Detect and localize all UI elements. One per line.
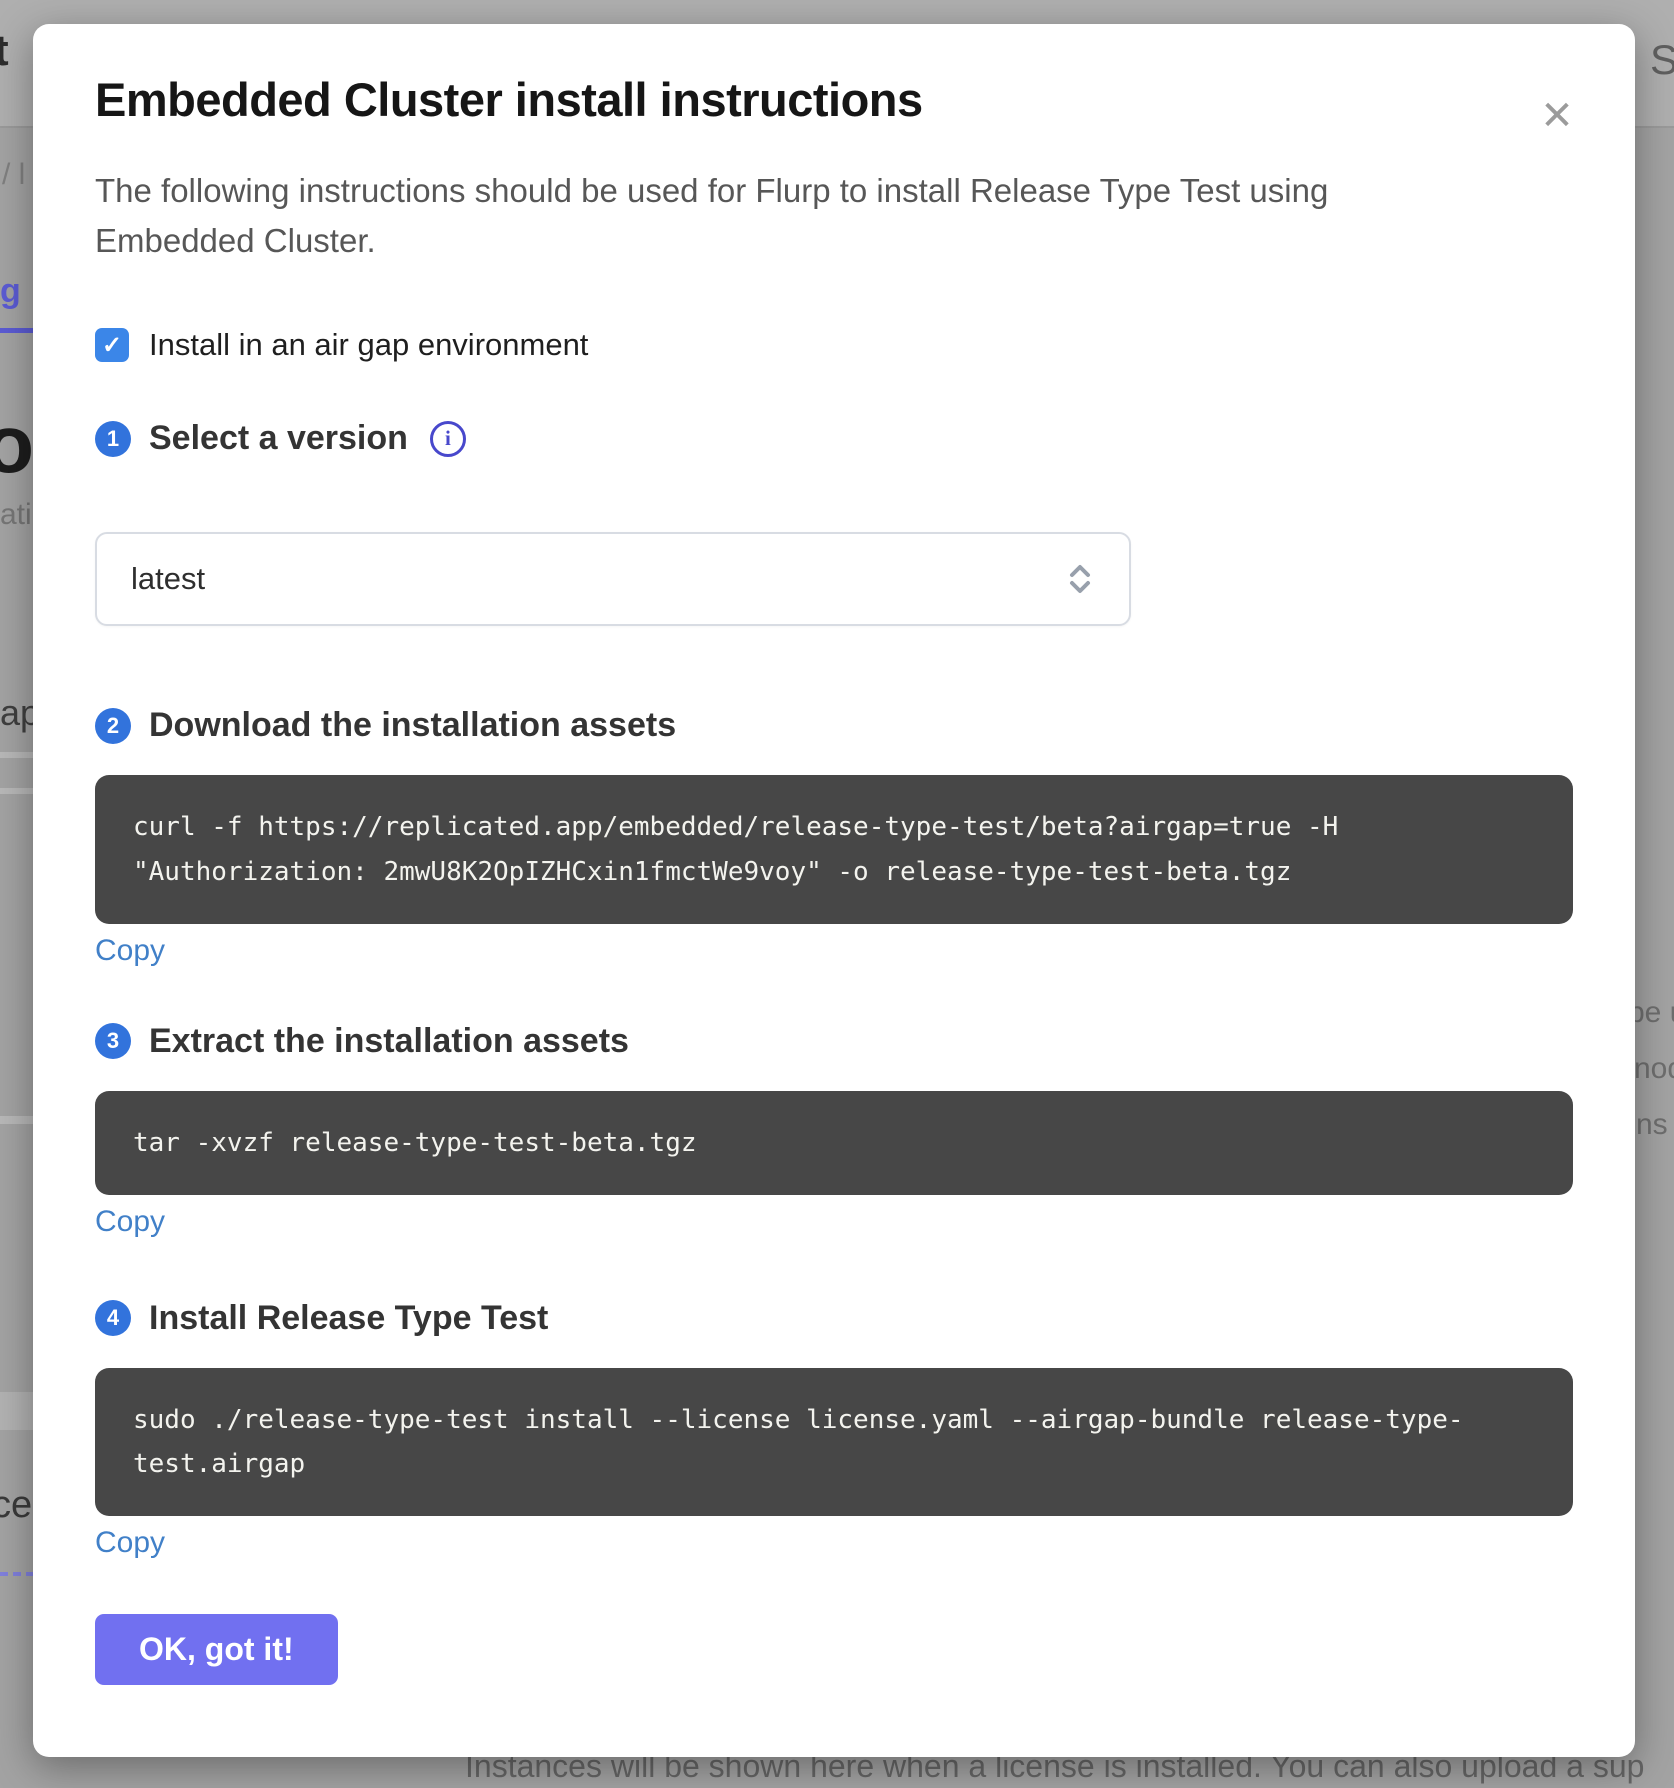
step-4-badge: 4	[95, 1300, 131, 1336]
breadcrumb-fragment: / l	[2, 158, 25, 192]
airgap-checkbox-label: Install in an air gap environment	[149, 327, 588, 363]
install-command-code-block: sudo ./release-type-test install --licen…	[95, 1368, 1573, 1516]
step-1-badge: 1	[95, 421, 131, 457]
copy-install-command-link[interactable]: Copy	[95, 1528, 165, 1558]
extract-command-code-block: tar -xvzf release-type-test-beta.tgz	[95, 1091, 1573, 1195]
version-select-value: latest	[131, 561, 205, 597]
step-3-title: Extract the installation assets	[149, 1022, 629, 1061]
modal-description: The following instructions should be use…	[95, 166, 1405, 265]
step-4-header: 4 Install Release Type Test	[95, 1299, 1573, 1338]
background-text-fragment: ce	[0, 1484, 32, 1527]
ok-got-it-button[interactable]: OK, got it!	[95, 1614, 338, 1685]
background-active-tab-fragment: g	[0, 272, 21, 311]
background-text-fragment: ns	[1636, 1108, 1668, 1142]
step-4-title: Install Release Type Test	[149, 1299, 548, 1338]
background-text-fragment: S	[1650, 36, 1674, 84]
step-3-badge: 3	[95, 1023, 131, 1059]
version-select[interactable]: latest	[95, 532, 1131, 626]
step-2-title: Download the installation assets	[149, 706, 676, 745]
background-heading-fragment: o	[0, 398, 34, 492]
modal-title: Embedded Cluster install instructions	[95, 72, 1573, 128]
step-1-title: Select a version	[149, 419, 408, 458]
background-logo-fragment: t	[0, 26, 9, 76]
step-3-header: 3 Extract the installation assets	[95, 1022, 1573, 1061]
copy-extract-command-link[interactable]: Copy	[95, 1207, 165, 1237]
background-text-fragment: nod	[1634, 1052, 1674, 1086]
info-icon[interactable]: i	[430, 421, 466, 457]
airgap-checkbox[interactable]: ✓	[95, 328, 129, 362]
copy-download-command-link[interactable]: Copy	[95, 936, 165, 966]
install-instructions-modal: ✕ Embedded Cluster install instructions …	[33, 24, 1635, 1757]
download-command-code-block: curl -f https://replicated.app/embedded/…	[95, 775, 1573, 923]
close-icon[interactable]: ✕	[1531, 90, 1583, 142]
step-1-header: 1 Select a version i	[95, 419, 1573, 458]
airgap-checkbox-row: ✓ Install in an air gap environment	[95, 327, 1573, 363]
background-text-fragment: ati	[0, 498, 32, 532]
step-2-badge: 2	[95, 708, 131, 744]
chevron-up-down-icon	[1065, 562, 1095, 596]
step-2-header: 2 Download the installation assets	[95, 706, 1573, 745]
background-dashed-link-fragment	[0, 1572, 34, 1576]
